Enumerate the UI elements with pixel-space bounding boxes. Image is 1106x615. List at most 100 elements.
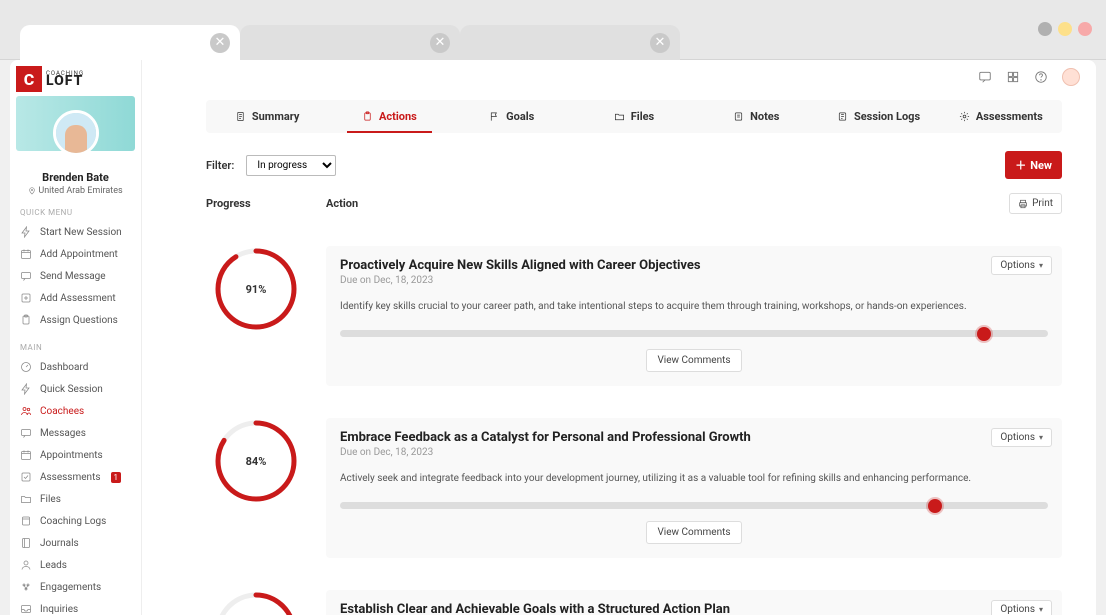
detail-tabs: Summary Actions Goals FilesNotesSession Log… (206, 100, 1062, 133)
view-comments-button[interactable]: View Comments (646, 349, 741, 372)
browser-tab-active[interactable]: ✕ (20, 25, 240, 60)
sidebar-item-inquiries[interactable]: Inquiries (10, 598, 141, 615)
options-button[interactable]: Options (991, 428, 1052, 447)
logo-mark: C (16, 66, 42, 92)
action-title: Establish Clear and Achievable Goals wit… (340, 602, 1048, 615)
sidebar-item-label: Appointments (40, 450, 103, 461)
tab-label: Actions (379, 110, 417, 123)
tab-summary[interactable]: Summary (206, 100, 328, 133)
sidebar-item-messages[interactable]: Messages (10, 422, 141, 444)
tab-session-logs[interactable]: Session Logs (817, 100, 939, 133)
doc-icon (235, 111, 246, 122)
plus-square-icon (20, 292, 32, 304)
tab-actions[interactable]: Actions (328, 100, 450, 133)
tab-label: Goals (506, 110, 534, 123)
action-description: Actively seek and integrate feedback int… (340, 472, 1048, 486)
help-icon[interactable] (1034, 70, 1048, 84)
options-button[interactable]: Options (991, 600, 1052, 615)
book-icon (20, 515, 32, 527)
logo-text-bot: LOFT (46, 76, 84, 88)
sidebar-item-label: Coaching Logs (40, 516, 106, 527)
calendar-icon (20, 449, 32, 461)
column-progress: Progress (206, 197, 326, 210)
slider-knob[interactable] (928, 499, 942, 513)
sidebar-item-journals[interactable]: Journals (10, 532, 141, 554)
chat-icon[interactable] (978, 70, 992, 84)
sidebar-item-assign-questions[interactable]: Assign Questions (10, 309, 141, 331)
user-avatar[interactable] (1062, 68, 1080, 86)
badge: 1 (111, 472, 122, 483)
sidebar-item-coachees[interactable]: Coachees (10, 400, 141, 422)
action-title: Embrace Feedback as a Catalyst for Perso… (340, 430, 1048, 445)
sidebar-item-label: Quick Session (40, 384, 103, 395)
view-comments-button[interactable]: View Comments (646, 521, 741, 544)
window-dot[interactable] (1078, 22, 1092, 36)
sidebar-item-send-message[interactable]: Send Message (10, 265, 141, 287)
tab-goals[interactable]: Goals (451, 100, 573, 133)
tab-notes[interactable]: Notes (695, 100, 817, 133)
flag-icon (489, 111, 500, 122)
sidebar-item-label: Assign Questions (40, 315, 118, 326)
action-card: OptionsProactively Acquire New Skills Al… (326, 246, 1062, 386)
tab-label: Assessments (976, 110, 1043, 123)
progress-slider[interactable] (340, 502, 1048, 509)
sidebar-item-add-assessment[interactable]: Add Assessment (10, 287, 141, 309)
sidebar-item-add-appointment[interactable]: Add Appointment (10, 243, 141, 265)
window-dot[interactable] (1038, 22, 1052, 36)
sidebar-item-engagements[interactable]: Engagements (10, 576, 141, 598)
tab-assessments[interactable]: Assessments (940, 100, 1062, 133)
profile-name: Brenden Bate (10, 171, 141, 184)
user-icon (20, 559, 32, 571)
progress-slider[interactable] (340, 330, 1048, 337)
sidebar-item-leads[interactable]: Leads (10, 554, 141, 576)
sidebar-section-quick: QUICK MENU (10, 196, 141, 221)
sidebar-item-quick-session[interactable]: Quick Session (10, 378, 141, 400)
sidebar-section-main: MAIN (10, 331, 141, 356)
main-content: Summary Actions Goals FilesNotesSession Log… (142, 60, 1096, 615)
sidebar-item-files[interactable]: Files (10, 488, 141, 510)
options-button[interactable]: Options (991, 256, 1052, 275)
sidebar-item-label: Files (40, 494, 61, 505)
sidebar-item-label: Start New Session (40, 227, 122, 238)
column-action: Action (326, 197, 1009, 210)
sidebar: C COACHING LOFT Brenden Bate United Arab… (10, 60, 142, 615)
action-card: OptionsEmbrace Feedback as a Catalyst fo… (326, 418, 1062, 558)
tab-files[interactable]: Files (573, 100, 695, 133)
logo[interactable]: C COACHING LOFT (16, 66, 135, 92)
print-button[interactable]: Print (1009, 193, 1062, 214)
sidebar-item-assessments[interactable]: Assessments1 (10, 466, 141, 488)
message-icon (20, 270, 32, 282)
folder-icon (20, 493, 32, 505)
window-dot[interactable] (1058, 22, 1072, 36)
inbox-icon (20, 603, 32, 615)
filter-select[interactable]: In progress (246, 155, 336, 176)
sidebar-item-coaching-logs[interactable]: Coaching Logs (10, 510, 141, 532)
sidebar-item-start-new-session[interactable]: Start New Session (10, 221, 141, 243)
bolt-icon (20, 383, 32, 395)
journal-icon (20, 537, 32, 549)
tab-close-icon[interactable]: ✕ (430, 33, 450, 53)
browser-tab[interactable]: ✕ (240, 25, 460, 60)
grid-icon[interactable] (1006, 70, 1020, 84)
tab-close-icon[interactable]: ✕ (210, 33, 230, 53)
folder-icon (614, 111, 625, 122)
tab-close-icon[interactable]: ✕ (650, 33, 670, 53)
slider-knob[interactable] (977, 327, 991, 341)
tab-label: Summary (252, 110, 300, 123)
progress-percent: 84% (213, 418, 299, 504)
profile-avatar[interactable] (53, 110, 99, 156)
clipboard-icon (20, 314, 32, 326)
clipboard-icon (362, 111, 373, 122)
new-button[interactable]: ＋ New (1005, 151, 1062, 179)
topbar (142, 60, 1096, 94)
action-due: Due on Dec, 18, 2023 (340, 447, 1048, 458)
gear-icon (959, 111, 970, 122)
sidebar-item-appointments[interactable]: Appointments (10, 444, 141, 466)
action-title: Proactively Acquire New Skills Aligned w… (340, 258, 1048, 273)
browser-chrome: ✕ ✕ ✕ (0, 0, 1106, 60)
sidebar-item-dashboard[interactable]: Dashboard (10, 356, 141, 378)
calendar-icon (20, 248, 32, 260)
browser-tab[interactable]: ✕ (460, 25, 680, 60)
progress-percent: 91% (213, 246, 299, 332)
plus-icon: ＋ (1015, 157, 1026, 173)
